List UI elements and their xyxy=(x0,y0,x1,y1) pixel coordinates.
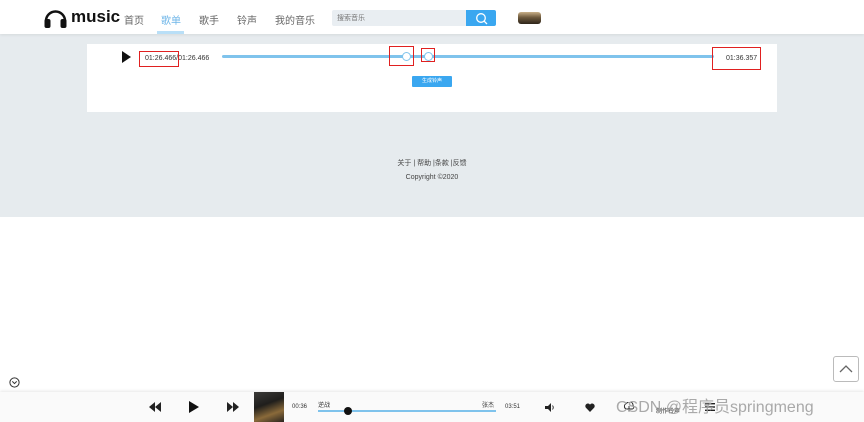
user-avatar[interactable] xyxy=(518,12,541,24)
logo-text[interactable]: music xyxy=(71,7,120,27)
player-current-time: 00:36 xyxy=(292,404,308,410)
player-play-icon[interactable] xyxy=(189,401,199,413)
like-heart-icon[interactable] xyxy=(585,403,595,412)
start-handle-highlight xyxy=(389,46,414,66)
top-header: music 首页 歌单 歌手 铃声 我的音乐 xyxy=(0,0,864,34)
nav-singers[interactable]: 歌手 xyxy=(199,12,219,27)
clip-range-track[interactable] xyxy=(222,55,714,58)
next-track-icon[interactable] xyxy=(227,402,239,412)
search-icon xyxy=(476,13,488,25)
csdn-watermark: CSDN @程序员springmeng xyxy=(616,399,814,416)
end-handle-highlight xyxy=(421,48,435,62)
chevron-up-icon xyxy=(839,365,853,373)
player-total-time: 03:51 xyxy=(505,404,521,410)
nav-playlists[interactable]: 歌单 xyxy=(161,12,181,27)
volume-icon[interactable] xyxy=(545,403,555,412)
song-artist[interactable]: 张杰 xyxy=(482,400,494,409)
collapse-player-icon[interactable] xyxy=(9,377,20,388)
search-input[interactable] xyxy=(332,10,466,26)
album-cover[interactable] xyxy=(254,392,284,422)
footer-links[interactable]: 关于 | 帮助 |条款 |反馈 xyxy=(0,158,864,168)
total-time: 01:26.466 xyxy=(178,55,210,62)
play-icon[interactable] xyxy=(121,51,131,63)
search-button[interactable] xyxy=(466,10,496,26)
active-nav-underline xyxy=(157,31,184,34)
copyright: Copyright ©2020 xyxy=(405,174,459,181)
song-title[interactable]: 逆战 xyxy=(318,400,330,409)
nav-home[interactable]: 首页 xyxy=(124,12,144,27)
headphones-logo-icon[interactable] xyxy=(43,7,68,29)
back-to-top-button[interactable] xyxy=(833,356,859,382)
generate-ringtone-button[interactable]: 生成铃声 xyxy=(412,76,452,87)
nav-my-music[interactable]: 我的音乐 xyxy=(275,12,315,27)
nav-ringtones[interactable]: 铃声 xyxy=(237,12,257,27)
end-time-highlight xyxy=(712,47,761,70)
current-time-highlight xyxy=(139,51,179,67)
previous-track-icon[interactable] xyxy=(149,402,161,412)
